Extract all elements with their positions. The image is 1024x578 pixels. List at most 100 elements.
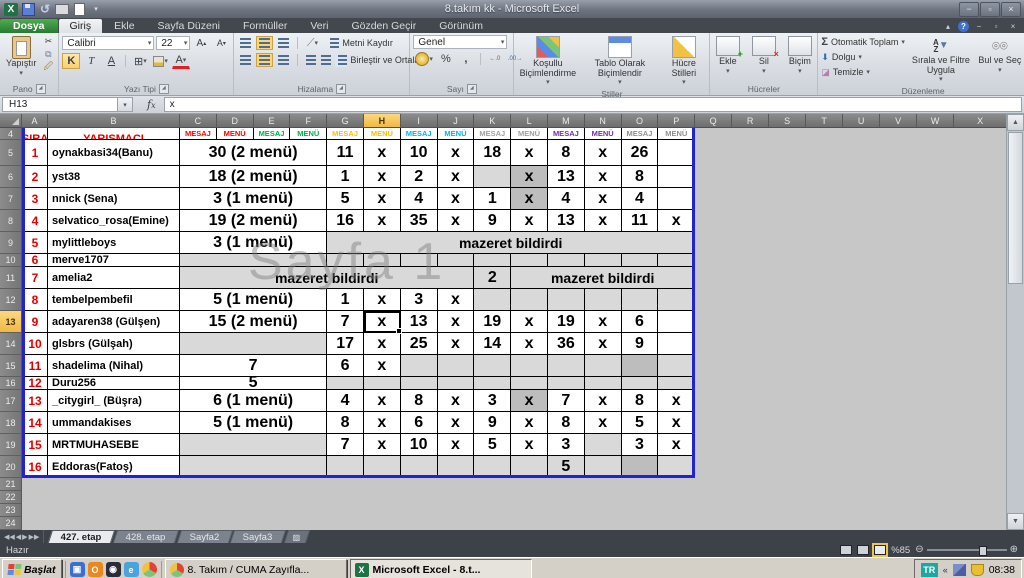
player-name-cell[interactable]: amelia2	[48, 267, 180, 289]
table-cell[interactable]: 3	[622, 434, 659, 456]
scroll-up-icon[interactable]: ▲	[1007, 114, 1024, 131]
table-cell[interactable]: x	[438, 188, 475, 210]
player-name-cell[interactable]: shadelima (Nihal)	[48, 355, 180, 377]
table-cell[interactable]: 5	[548, 456, 585, 478]
column-header-P[interactable]: P	[658, 114, 695, 128]
table-cell[interactable]: 10	[401, 140, 438, 166]
comma-style-icon[interactable]: ,	[457, 51, 475, 67]
row-header-14[interactable]: 14	[0, 333, 22, 355]
table-cell[interactable]: mazeret bildirdi	[511, 267, 695, 289]
table-cell[interactable]: 2	[401, 166, 438, 188]
table-cell[interactable]: 6 (1 menü)	[180, 390, 327, 412]
rank-cell[interactable]: 8	[22, 289, 48, 311]
bold-button[interactable]: K	[62, 53, 80, 69]
autosum-button[interactable]: Σ Otomatik Toplam▾	[821, 35, 904, 49]
media-player-icon[interactable]: ◉	[106, 562, 121, 577]
table-cell[interactable]: x	[585, 166, 622, 188]
orientation-icon[interactable]: ⟋▾	[303, 35, 321, 51]
table-cell[interactable]: 17	[327, 333, 364, 355]
table-cell[interactable]: 8	[327, 412, 364, 434]
rank-cell[interactable]: 16	[22, 456, 48, 478]
row-header-24[interactable]: 24	[0, 517, 22, 530]
table-cell[interactable]: 5	[622, 412, 659, 434]
column-header-L[interactable]: L	[511, 114, 548, 128]
internet-explorer-icon[interactable]: e	[124, 562, 139, 577]
table-cell[interactable]: x	[364, 434, 401, 456]
alignment-dialog-launcher[interactable]: ◢	[336, 84, 346, 94]
ribbon-tab-sayfa-düzeni[interactable]: Sayfa Düzeni	[147, 19, 231, 33]
rank-cell[interactable]: 7	[22, 267, 48, 289]
table-cell[interactable]	[548, 377, 585, 390]
wrap-text-button[interactable]: Metni Kaydır	[327, 36, 393, 50]
column-header-H[interactable]: H	[364, 114, 401, 128]
table-cell[interactable]	[180, 456, 327, 478]
table-cell[interactable]	[364, 377, 401, 390]
table-cell[interactable]: x	[438, 210, 475, 232]
player-name-cell[interactable]: adayaren38 (Gülşen)	[48, 311, 180, 333]
table-cell[interactable]: 1	[474, 188, 511, 210]
row-header-8[interactable]: 8	[0, 210, 22, 232]
select-all-corner[interactable]	[0, 114, 22, 128]
table-cell[interactable]: 11	[622, 210, 659, 232]
font-name-select[interactable]: Calibri▾	[62, 36, 154, 50]
player-name-cell[interactable]: Duru256	[48, 377, 180, 390]
shrink-font-icon[interactable]: A▾	[212, 35, 230, 51]
table-cell[interactable]: x	[364, 140, 401, 166]
scroll-down-icon[interactable]: ▼	[1007, 513, 1024, 530]
table-cell[interactable]	[401, 254, 438, 267]
rank-cell[interactable]: 3	[22, 188, 48, 210]
table-cell[interactable]	[438, 254, 475, 267]
table-cell[interactable]: x	[511, 311, 548, 333]
table-cell[interactable]	[327, 456, 364, 478]
table-cell[interactable]: 4	[401, 188, 438, 210]
table-cell[interactable]: mazeret bildirdi	[180, 267, 474, 289]
table-cell[interactable]: x	[364, 210, 401, 232]
table-cell[interactable]: 19	[474, 311, 511, 333]
customize-qat-icon[interactable]: ▾	[89, 3, 103, 16]
language-indicator[interactable]: TR	[921, 563, 938, 577]
table-cell[interactable]	[364, 456, 401, 478]
table-cell[interactable]: 8	[401, 390, 438, 412]
table-cell[interactable]	[658, 377, 695, 390]
network-icon[interactable]	[953, 564, 966, 576]
table-cell[interactable]: 4	[327, 390, 364, 412]
table-cell[interactable]: x	[511, 188, 548, 210]
align-left-icon[interactable]	[237, 53, 254, 67]
row-header-10[interactable]: 10	[0, 254, 22, 267]
table-cell[interactable]: 3 (1 menü)	[180, 232, 327, 254]
restore-button[interactable]: ▫	[980, 2, 1000, 17]
column-header-K[interactable]: K	[474, 114, 511, 128]
table-cell[interactable]: 3	[401, 289, 438, 311]
update-shield-icon[interactable]	[971, 564, 984, 576]
row-header-21[interactable]: 21	[0, 478, 22, 491]
table-cell[interactable]: 35	[401, 210, 438, 232]
player-name-cell[interactable]: oynakbasi34(Banu)	[48, 140, 180, 166]
table-cell[interactable]: x	[438, 412, 475, 434]
font-dialog-launcher[interactable]: ◢	[159, 84, 169, 94]
increase-decimal-icon[interactable]: ←.0	[486, 51, 504, 67]
table-cell[interactable]	[658, 188, 695, 210]
table-cell[interactable]: mazeret bildirdi	[327, 232, 695, 254]
rank-cell[interactable]: 15	[22, 434, 48, 456]
table-cell[interactable]	[658, 254, 695, 267]
table-cell[interactable]	[401, 456, 438, 478]
row-header-23[interactable]: 23	[0, 504, 22, 517]
table-cell[interactable]	[327, 377, 364, 390]
messenger-icon[interactable]: ▣	[70, 562, 85, 577]
table-cell[interactable]	[622, 254, 659, 267]
table-cell[interactable]: x	[438, 166, 475, 188]
player-name-cell[interactable]: MRTMUHASEBE	[48, 434, 180, 456]
align-top-icon[interactable]	[237, 36, 254, 50]
font-size-select[interactable]: 22▾	[156, 36, 190, 50]
find-select-button[interactable]: ⌾⌾ Bul ve Seç▾	[975, 35, 1024, 76]
fill-color-icon[interactable]: ▾	[151, 53, 170, 69]
table-cell[interactable]: x	[658, 210, 695, 232]
table-cell[interactable]	[585, 456, 622, 478]
prev-sheet-icon[interactable]: ◀	[16, 533, 21, 541]
table-cell[interactable]: 14	[474, 333, 511, 355]
zoom-level[interactable]: %85	[891, 545, 910, 556]
task-button[interactable]: XMicrosoft Excel - 8.t...	[350, 559, 532, 578]
table-cell[interactable]	[622, 377, 659, 390]
table-cell[interactable]: x	[511, 333, 548, 355]
column-header-C[interactable]: C	[180, 114, 217, 128]
